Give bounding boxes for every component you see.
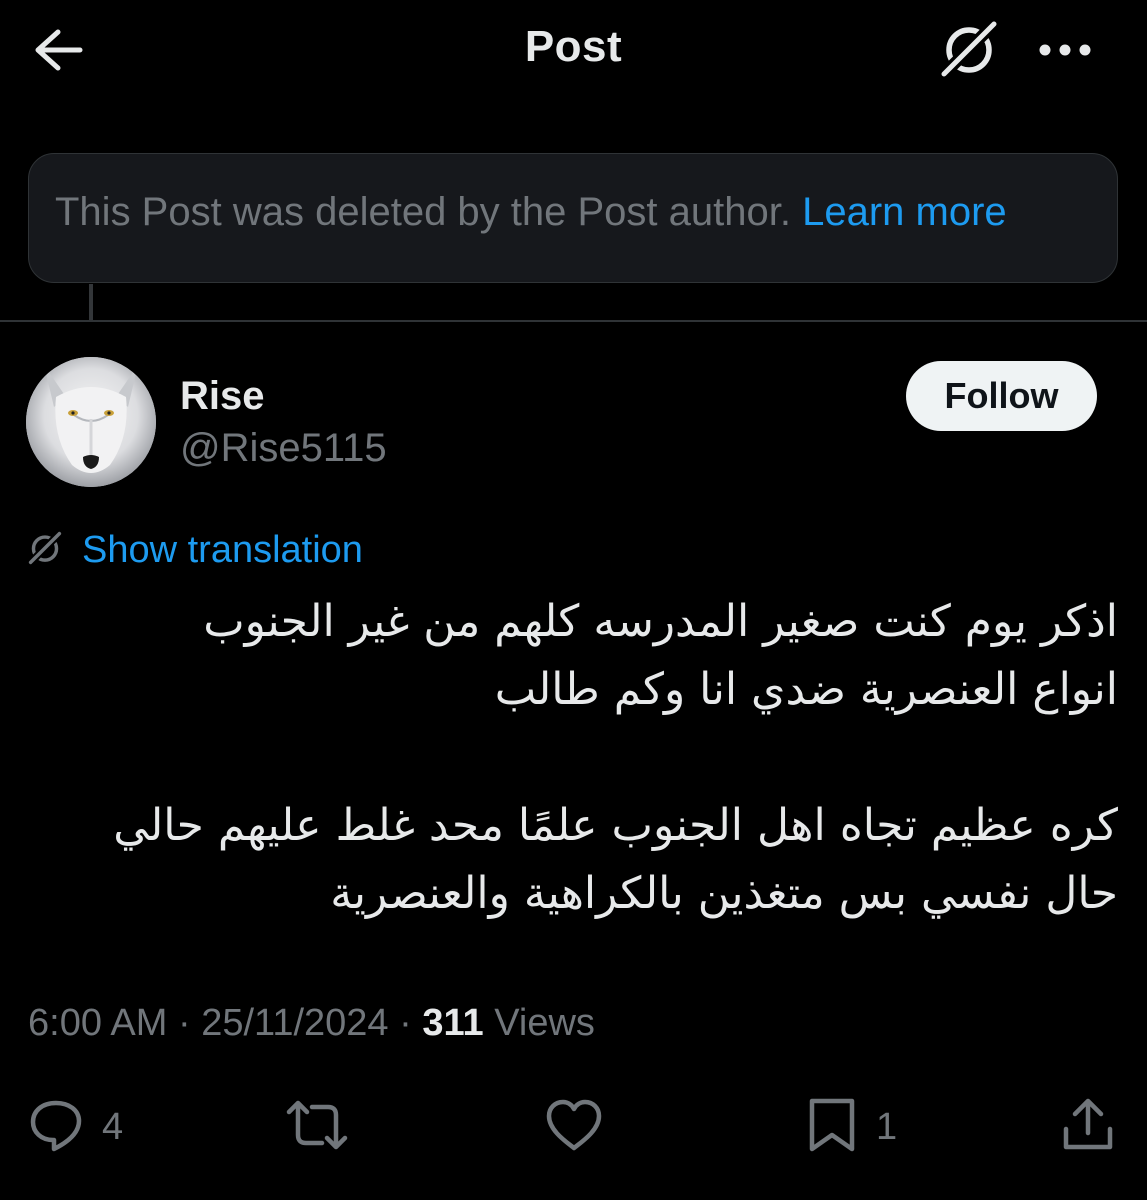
deleted-notice-text: This Post was deleted by the Post author… xyxy=(55,190,791,234)
grok-icon xyxy=(936,15,1002,85)
like-button[interactable] xyxy=(544,1098,604,1156)
bookmark-icon xyxy=(806,1097,858,1158)
divider xyxy=(0,320,1147,322)
top-bar: Post xyxy=(0,0,1147,105)
reply-count: 4 xyxy=(102,1105,124,1148)
more-options-button[interactable] xyxy=(1030,24,1100,80)
deleted-post-notice: This Post was deleted by the Post author… xyxy=(28,153,1118,283)
post-text: اذكر يوم كنت صغير المدرسه كلهم من غير ال… xyxy=(40,588,1118,928)
bookmark-button[interactable]: 1 xyxy=(806,1098,897,1156)
show-translation-button[interactable]: Show translation xyxy=(25,528,363,572)
reply-bubble-icon xyxy=(28,1098,84,1157)
reply-button[interactable]: 4 xyxy=(28,1098,123,1156)
views-count: 311 xyxy=(422,1002,484,1044)
avatar[interactable] xyxy=(26,357,156,487)
learn-more-link[interactable]: Learn more xyxy=(802,190,1007,234)
post-text-line: اذكر يوم كنت صغير المدرسه كلهم من غير ال… xyxy=(203,596,1118,647)
grok-icon xyxy=(25,528,65,572)
views-label: Views xyxy=(494,1002,595,1044)
author-name[interactable]: Rise xyxy=(180,374,265,419)
post-text-line: انواع العنصرية ضدي انا وكم طالب xyxy=(494,664,1118,715)
follow-button[interactable]: Follow xyxy=(906,361,1097,431)
wolf-avatar-image xyxy=(26,357,156,487)
share-upload-icon xyxy=(1060,1097,1116,1158)
grok-button[interactable] xyxy=(933,15,1005,85)
meta-separator: · xyxy=(177,1002,202,1044)
repost-icon xyxy=(284,1099,350,1156)
post-text-line: كره عظيم تجاه اهل الجنوب علمًا محد غلط ع… xyxy=(113,800,1118,851)
post-meta: 6:00 AM · 25/11/2024 · 311 Views xyxy=(28,1002,595,1045)
meta-separator: · xyxy=(399,1002,423,1044)
bookmark-count: 1 xyxy=(876,1105,898,1148)
post-time[interactable]: 6:00 AM xyxy=(28,1002,167,1044)
repost-button[interactable] xyxy=(284,1098,350,1156)
post-date[interactable]: 25/11/2024 xyxy=(201,1002,388,1044)
thread-connector-line xyxy=(89,284,93,322)
share-button[interactable] xyxy=(1060,1098,1116,1156)
author-handle[interactable]: @Rise5115 xyxy=(180,426,387,471)
heart-icon xyxy=(544,1098,604,1157)
show-translation-label: Show translation xyxy=(82,528,363,571)
more-dots-icon xyxy=(1037,43,1093,62)
deleted-notice-text-wrap: This Post was deleted by the Post author… xyxy=(55,190,1007,235)
post-text-line: حال نفسي بس متغذين بالكراهية والعنصرية xyxy=(330,868,1118,919)
